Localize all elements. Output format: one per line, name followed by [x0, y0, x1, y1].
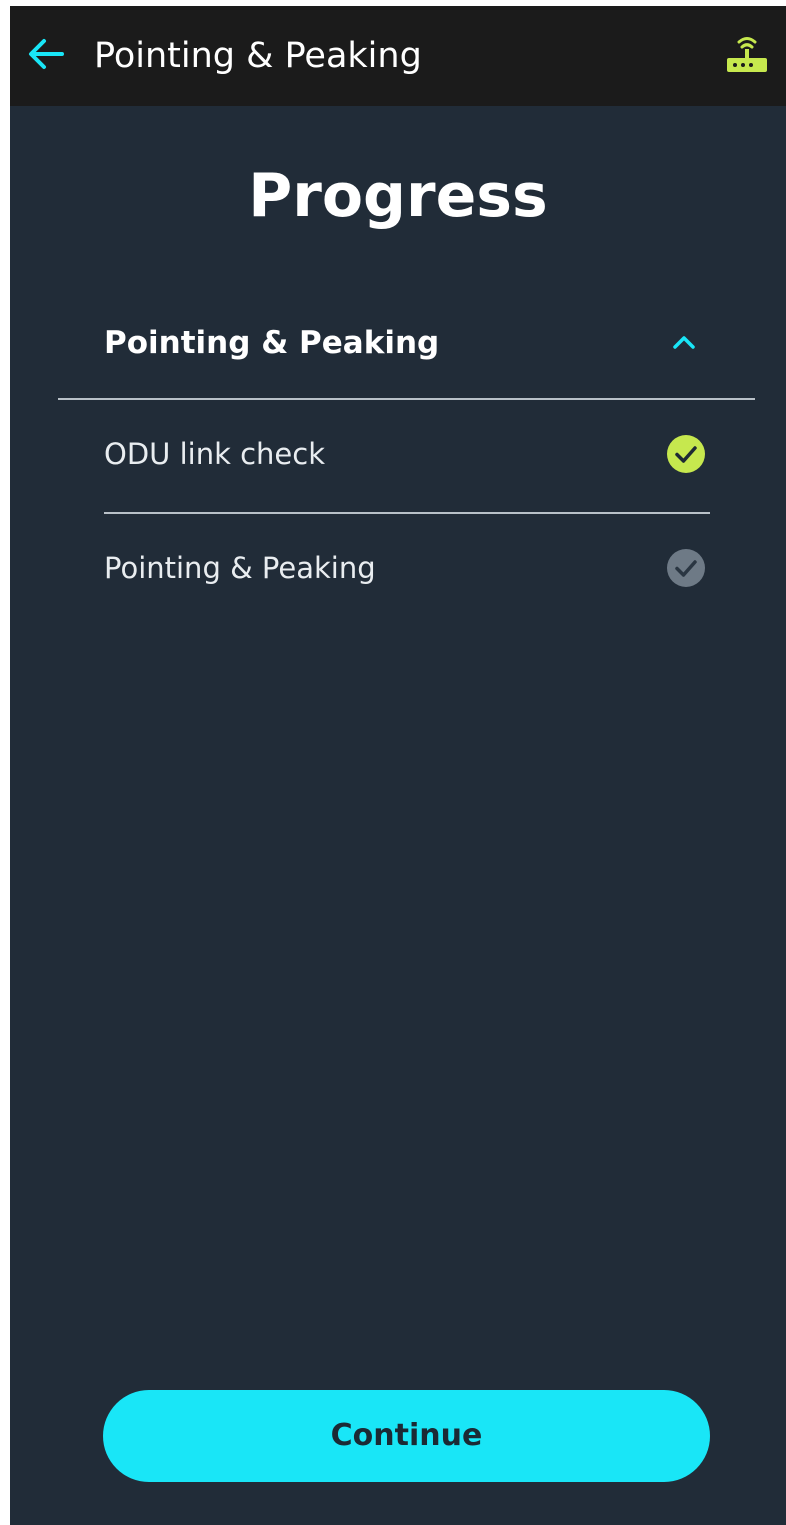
section-header-pointing-peaking[interactable]: Pointing & Peaking [58, 306, 755, 400]
back-button[interactable] [24, 32, 68, 76]
step-label: Pointing & Peaking [104, 551, 376, 585]
page-title: Progress [248, 161, 548, 231]
progress-screen: Pointing & Peaking Progress Pointing & P… [10, 6, 786, 1525]
router-status-button[interactable] [722, 32, 772, 76]
check-circle-icon [666, 434, 706, 474]
step-row-pointing-peaking: Pointing & Peaking [104, 514, 710, 626]
chevron-up-icon [668, 326, 700, 358]
router-wifi-icon [727, 37, 767, 72]
step-label: ODU link check [104, 437, 326, 471]
check-circle-icon [666, 548, 706, 588]
app-bar: Pointing & Peaking [10, 6, 786, 106]
continue-button[interactable]: Continue [103, 1390, 710, 1482]
arrow-left-icon [29, 39, 64, 69]
section-title: Pointing & Peaking [104, 325, 440, 361]
app-bar-title: Pointing & Peaking [94, 36, 422, 76]
step-row-odu-link-check: ODU link check [104, 400, 710, 514]
